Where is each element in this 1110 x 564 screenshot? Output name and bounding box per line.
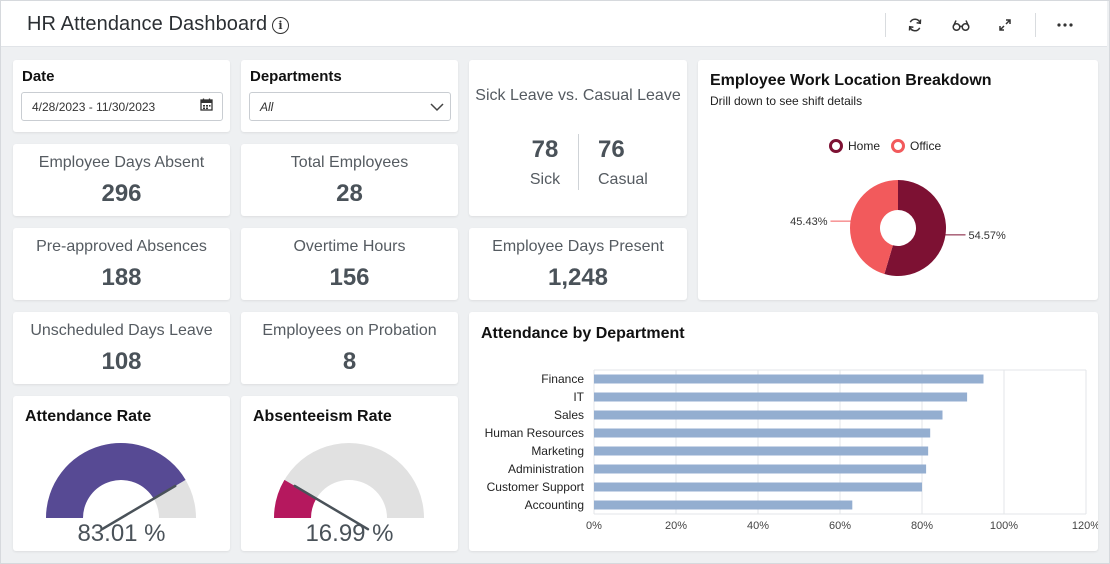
x-tick-label: 100% bbox=[990, 520, 1018, 532]
kpi-label: Employee Days Present bbox=[492, 238, 664, 255]
bar bbox=[594, 446, 929, 456]
date-range-input[interactable]: 4/28/2023 - 11/30/2023 bbox=[21, 92, 223, 121]
kpi-label: Pre-approved Absences bbox=[36, 238, 207, 255]
kpi-value: 156 bbox=[329, 264, 370, 291]
kpi-card: Employees on Probation 8 bbox=[241, 312, 458, 384]
kpi-card: Overtime Hours 156 bbox=[241, 228, 458, 300]
y-category-label: Sales bbox=[554, 408, 584, 422]
legend-label: Office bbox=[910, 139, 941, 153]
bar bbox=[594, 500, 853, 510]
bar bbox=[594, 374, 984, 384]
x-tick-label: 0% bbox=[586, 520, 602, 532]
x-tick-label: 80% bbox=[911, 520, 933, 532]
x-tick-label: 60% bbox=[829, 520, 851, 532]
kpi-card: Employee Days Present 1,248 bbox=[469, 228, 687, 300]
kpi-value: 188 bbox=[101, 264, 142, 291]
bar bbox=[594, 410, 943, 420]
glasses-icon[interactable] bbox=[949, 13, 973, 37]
casual-label: Casual bbox=[598, 171, 648, 188]
info-icon[interactable]: i bbox=[272, 17, 289, 34]
expand-icon[interactable] bbox=[993, 13, 1017, 37]
legend-swatch bbox=[829, 139, 843, 153]
kpi-value: 1,248 bbox=[547, 264, 609, 291]
kpi-value: 8 bbox=[342, 348, 357, 375]
sick-casual-card: Sick Leave vs. Casual Leave 78 Sick 76 C… bbox=[469, 60, 687, 216]
date-filter: Date 4/28/2023 - 11/30/2023 bbox=[13, 60, 230, 132]
header-separator bbox=[1035, 13, 1036, 37]
departments-select[interactable]: All bbox=[249, 92, 451, 121]
x-tick-label: 40% bbox=[747, 520, 769, 532]
sick-casual-divider bbox=[578, 134, 579, 190]
attendance-rate-card: Attendance Rate 83.01 % bbox=[13, 396, 230, 551]
kpi-label: Total Employees bbox=[290, 154, 409, 171]
department-bar-chart[interactable]: 0% 20% 40% 60% 80% 100% 120% Finance IT Sales Huma… bbox=[469, 312, 1098, 551]
gauge-value: 83.01 % bbox=[77, 520, 166, 547]
chevron-down-icon[interactable] bbox=[430, 101, 444, 115]
header-separator bbox=[885, 13, 886, 37]
y-category-label: Human Resources bbox=[485, 426, 584, 440]
kpi-card: Employee Days Absent 296 bbox=[13, 144, 230, 216]
bar bbox=[594, 392, 968, 402]
departments-filter: Departments All bbox=[241, 60, 458, 132]
bar bbox=[594, 482, 922, 492]
donut-data-label: 54.57% bbox=[969, 230, 1007, 242]
calendar-icon[interactable] bbox=[200, 98, 213, 114]
x-tick-label: 120% bbox=[1072, 520, 1098, 532]
refresh-icon[interactable] bbox=[903, 13, 927, 37]
kpi-value: 108 bbox=[101, 348, 142, 375]
sick-casual-title: Sick Leave vs. Casual Leave bbox=[475, 87, 681, 104]
more-icon[interactable] bbox=[1053, 13, 1077, 37]
y-category-label: Administration bbox=[508, 462, 584, 476]
bar bbox=[594, 464, 927, 474]
casual-value: 76 bbox=[598, 136, 625, 163]
kpi-label: Overtime Hours bbox=[293, 238, 406, 255]
y-category-label: Accounting bbox=[525, 498, 584, 512]
kpi-label: Employee Days Absent bbox=[38, 154, 205, 171]
kpi-value: 296 bbox=[101, 180, 142, 207]
kpi-value: 28 bbox=[336, 180, 363, 207]
absenteeism-rate-card: Absenteeism Rate 16.99 % bbox=[241, 396, 458, 551]
dashboard-header: HR Attendance Dashboard i bbox=[1, 1, 1107, 47]
attendance-by-department-card: Attendance by Department 0% 20% 40% 60% 80% 1… bbox=[469, 312, 1098, 551]
donut-data-label: 45.43% bbox=[790, 216, 828, 228]
departments-filter-label: Departments bbox=[250, 68, 342, 85]
page-title: HR Attendance Dashboard bbox=[27, 13, 268, 35]
date-range-value: 4/28/2023 - 11/30/2023 bbox=[32, 100, 156, 114]
sick-value: 78 bbox=[531, 136, 559, 163]
sick-label: Sick bbox=[529, 171, 561, 188]
date-filter-label: Date bbox=[22, 68, 55, 85]
legend-label: Home bbox=[848, 139, 880, 153]
kpi-card: Pre-approved Absences 188 bbox=[13, 228, 230, 300]
y-category-label: Marketing bbox=[531, 444, 584, 458]
kpi-card: Unscheduled Days Leave 108 bbox=[13, 312, 230, 384]
y-category-label: Customer Support bbox=[487, 480, 585, 494]
x-tick-label: 20% bbox=[665, 520, 687, 532]
work-location-card: Employee Work Location Breakdown Drill d… bbox=[698, 60, 1098, 300]
y-category-label: IT bbox=[573, 390, 584, 404]
y-category-label: Finance bbox=[541, 372, 584, 386]
legend-swatch bbox=[891, 139, 905, 153]
kpi-card: Total Employees 28 bbox=[241, 144, 458, 216]
departments-selected-value: All bbox=[260, 100, 274, 114]
kpi-label: Unscheduled Days Leave bbox=[30, 322, 213, 339]
bar bbox=[594, 428, 931, 438]
kpi-label: Employees on Probation bbox=[262, 322, 437, 339]
location-donut-chart[interactable]: 54.57% 45.43% Home Office bbox=[698, 60, 1098, 300]
gauge-value: 16.99 % bbox=[305, 520, 394, 547]
